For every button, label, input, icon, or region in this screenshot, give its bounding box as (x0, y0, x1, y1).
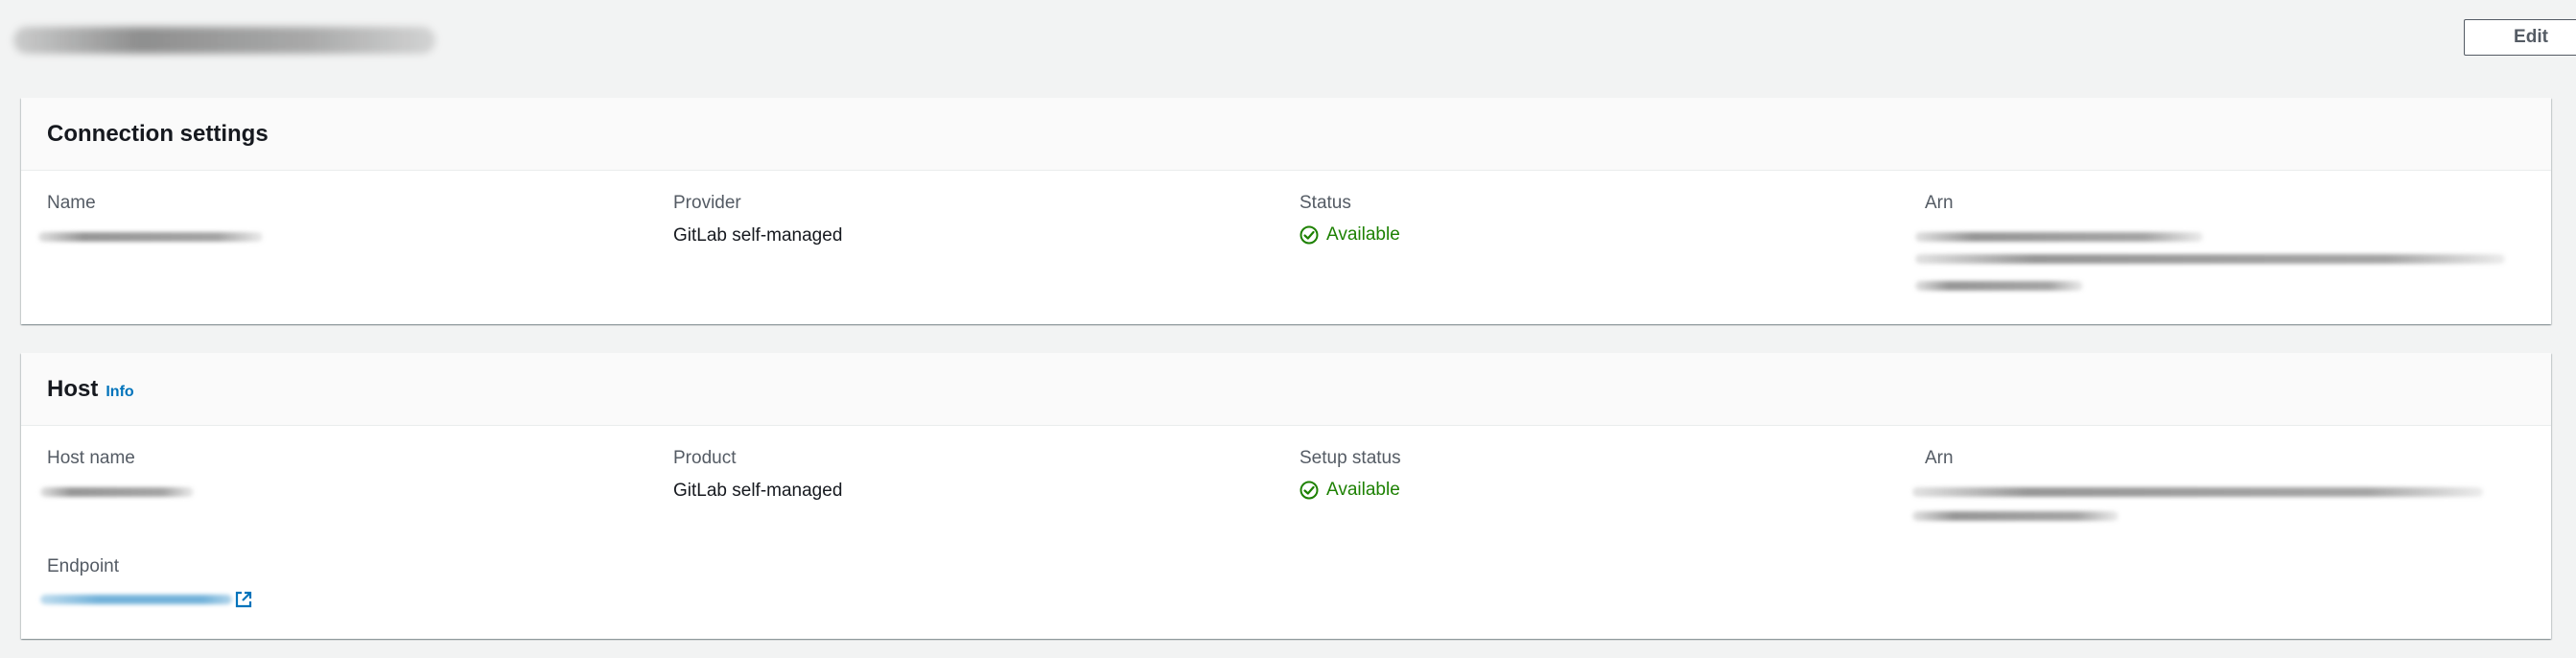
check-circle-icon (1300, 481, 1319, 500)
name-value-redacted (38, 232, 263, 242)
connection-settings-title: Connection settings (47, 120, 269, 147)
setup-status-label: Setup status (1300, 448, 1401, 468)
arn-label: Arn (1925, 193, 1954, 213)
setup-status-value: Available (1300, 480, 1400, 501)
status-text: Available (1326, 224, 1400, 245)
page-title-redacted (13, 27, 435, 54)
arn-value-redacted-line-3 (1915, 281, 2083, 291)
connection-settings-panel: Connection settings Name Provider GitLab… (21, 98, 2551, 324)
name-label: Name (47, 193, 96, 213)
host-name-label: Host name (47, 448, 135, 468)
setup-status-text: Available (1326, 480, 1400, 500)
edit-button[interactable]: Edit (2464, 19, 2576, 56)
provider-value: GitLab self-managed (673, 225, 843, 246)
host-arn-value-redacted-line-1 (1912, 487, 2483, 497)
info-link[interactable]: Info (105, 384, 133, 401)
host-arn-label: Arn (1925, 448, 1954, 468)
status-value: Available (1300, 224, 1400, 246)
connection-settings-header: Connection settings (21, 98, 2551, 171)
host-header: Host Info (21, 353, 2551, 426)
external-link-icon[interactable] (234, 590, 253, 609)
check-circle-icon (1300, 225, 1319, 245)
host-name-value-redacted (40, 487, 194, 497)
arn-value-redacted-line-2 (1915, 254, 2505, 264)
arn-value-redacted-line-1 (1915, 232, 2203, 242)
endpoint-link-redacted[interactable] (40, 595, 232, 604)
host-title: Host (47, 375, 99, 402)
provider-label: Provider (673, 193, 741, 213)
endpoint-label: Endpoint (47, 556, 120, 576)
product-label: Product (673, 448, 737, 468)
product-value: GitLab self-managed (673, 481, 843, 501)
status-label: Status (1300, 193, 1351, 213)
host-panel: Host Info Host name Product GitLab self-… (21, 353, 2551, 639)
host-arn-value-redacted-line-2 (1912, 511, 2119, 521)
